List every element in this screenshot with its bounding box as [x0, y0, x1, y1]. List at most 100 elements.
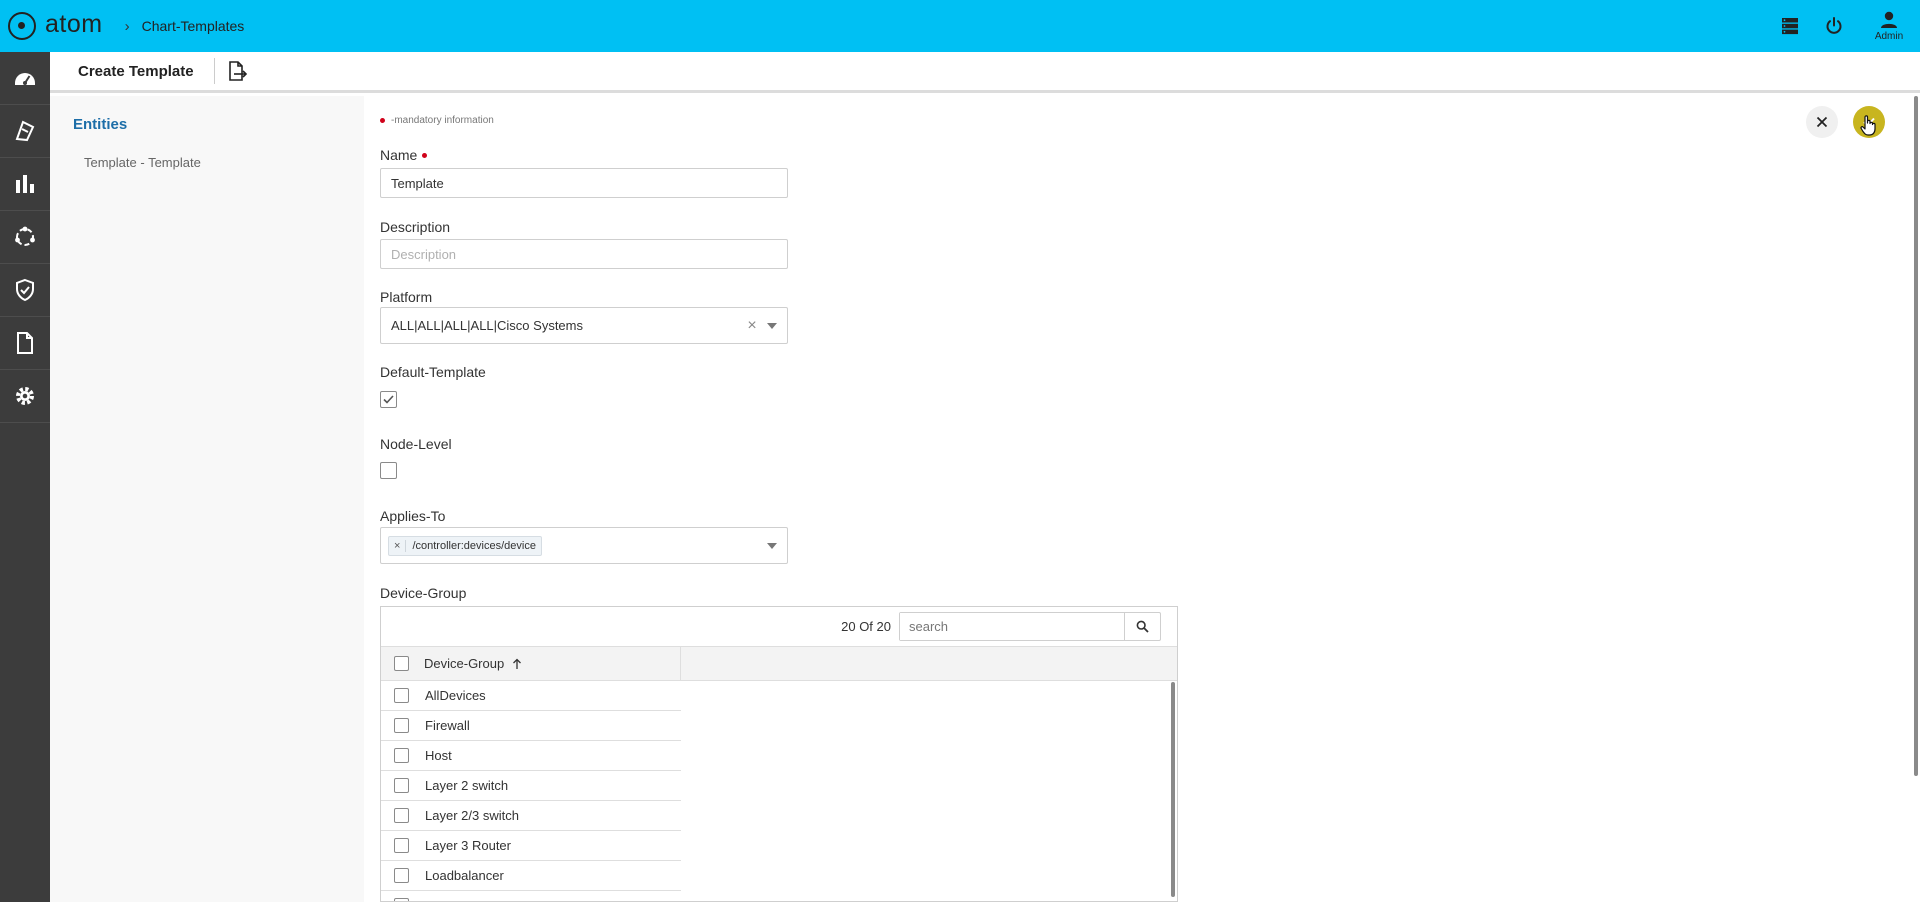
record-count: 20 Of 20: [841, 619, 891, 634]
nav-reports[interactable]: [0, 158, 50, 211]
topology-icon: [15, 226, 35, 246]
entities-panel: Entities Template - Template: [50, 96, 364, 902]
table-row[interactable]: Layer 2 switch: [381, 771, 681, 801]
node-level-checkbox[interactable]: [380, 462, 397, 479]
chip-remove-icon[interactable]: ×: [389, 539, 407, 552]
brand-logo[interactable]: atom: [8, 9, 103, 41]
row-checkbox[interactable]: [394, 778, 409, 793]
row-label: Firewall: [425, 718, 470, 733]
grid-search-input[interactable]: [900, 613, 1124, 640]
device-group-label-text: Device-Group: [380, 585, 467, 601]
document-icon: [17, 332, 33, 354]
power-icon[interactable]: [1812, 0, 1856, 52]
device-group-label: Device-Group: [380, 585, 466, 601]
nav-settings[interactable]: [0, 370, 50, 423]
applies-to-label-text: Applies-To: [380, 508, 446, 524]
platform-label: Platform: [380, 289, 432, 305]
grid-search-button[interactable]: [1124, 613, 1160, 640]
table-row[interactable]: Layer 3 Router: [381, 831, 681, 861]
row-checkbox[interactable]: [394, 838, 409, 853]
row-label: Loadbalancer: [425, 868, 504, 883]
mandatory-note: -mandatory information: [380, 115, 494, 126]
nav-documents[interactable]: [0, 317, 50, 370]
sort-ascending-icon[interactable]: [512, 658, 522, 670]
platform-value: ALL|ALL|ALL|ALL|Cisco Systems: [391, 318, 583, 333]
gear-icon: [16, 387, 34, 405]
row-label: Layer 3 Router: [425, 838, 511, 853]
atom-logo-icon: [8, 12, 36, 40]
node-level-label: Node-Level: [380, 436, 452, 452]
select-all-checkbox[interactable]: [394, 656, 409, 671]
user-menu[interactable]: Admin: [1858, 0, 1920, 52]
platform-label-text: Platform: [380, 289, 433, 305]
grid-header: Device-Group: [381, 646, 1177, 681]
chip-label: /controller:devices/device: [412, 539, 536, 552]
row-label: Layer 2 switch: [425, 778, 509, 793]
row-label: Layer 2/3 switch: [425, 808, 519, 823]
default-template-label-text: Default-Template: [380, 364, 486, 380]
clear-icon[interactable]: ×: [741, 317, 763, 335]
applies-to-select[interactable]: × /controller:devices/device: [380, 527, 788, 564]
row-checkbox[interactable]: [394, 868, 409, 883]
platform-select[interactable]: ALL|ALL|ALL|ALL|Cisco Systems ×: [380, 307, 788, 344]
template-form: -mandatory information Name Description …: [364, 96, 1910, 902]
table-row[interactable]: Layer 2/3 switch: [381, 801, 681, 831]
nav-topology[interactable]: [0, 211, 50, 264]
entities-title: Entities: [73, 116, 128, 133]
column-header[interactable]: Device-Group: [381, 646, 681, 681]
name-label-text: Name: [380, 147, 418, 163]
table-row[interactable]: Host: [381, 741, 681, 771]
brand-name: atom: [45, 9, 103, 38]
devices-icon: [15, 120, 35, 142]
breadcrumb-separator: ›: [124, 17, 130, 35]
row-checkbox[interactable]: [394, 898, 409, 901]
bar-chart-icon: [16, 175, 34, 193]
grid-toolbar: 20 Of 20: [381, 607, 1177, 647]
breadcrumb[interactable]: Chart-Templates: [142, 18, 245, 34]
close-button[interactable]: [1806, 106, 1838, 138]
row-checkbox[interactable]: [394, 808, 409, 823]
row-checkbox[interactable]: [394, 688, 409, 703]
name-input[interactable]: [380, 168, 788, 198]
nav-devices[interactable]: [0, 105, 50, 158]
chevron-down-icon[interactable]: [767, 322, 777, 329]
row-checkbox[interactable]: [394, 718, 409, 733]
server-list-icon[interactable]: [1768, 0, 1812, 52]
device-group-grid: 20 Of 20 Device-Group AllDevices Firewal…: [380, 606, 1178, 902]
file-export-icon: [228, 61, 247, 81]
export-button[interactable]: [215, 53, 259, 89]
page-toolbar: Create Template: [50, 52, 1920, 93]
applies-to-label: Applies-To: [380, 508, 445, 524]
nav-compliance[interactable]: [0, 264, 50, 317]
mandatory-note-text: -mandatory information: [391, 115, 494, 126]
row-checkbox[interactable]: [394, 748, 409, 763]
applies-to-chip: × /controller:devices/device: [388, 535, 542, 556]
dashboard-icon: [15, 73, 35, 85]
chevron-down-icon[interactable]: [767, 542, 777, 549]
default-template-label: Default-Template: [380, 364, 486, 380]
table-row[interactable]: Loadbalancer: [381, 861, 681, 891]
user-icon: [1881, 11, 1897, 28]
table-row[interactable]: Firewall: [381, 711, 681, 741]
default-template-checkbox[interactable]: [380, 391, 397, 408]
grid-scrollbar[interactable]: [1171, 682, 1175, 897]
page-scrollbar[interactable]: [1914, 96, 1918, 776]
left-nav-rail: [0, 52, 50, 902]
user-label: Admin: [1874, 31, 1904, 42]
row-label: Host: [425, 748, 452, 763]
checkmark-icon: [383, 395, 394, 404]
column-header-label: Device-Group: [424, 656, 505, 671]
table-row-partial[interactable]: [381, 891, 681, 901]
table-row[interactable]: AllDevices: [381, 681, 681, 711]
shield-icon: [16, 278, 34, 302]
description-label-text: Description: [380, 219, 451, 235]
node-level-label-text: Node-Level: [380, 436, 452, 452]
entity-item[interactable]: Template - Template: [84, 155, 201, 170]
description-input[interactable]: [380, 239, 788, 269]
required-dot: [380, 118, 385, 123]
grid-search: [899, 612, 1161, 641]
description-label: Description: [380, 219, 450, 235]
top-bar: atom › Chart-Templates Admin: [0, 0, 1920, 52]
search-icon: [1136, 620, 1149, 633]
nav-dashboard[interactable]: [0, 52, 50, 105]
